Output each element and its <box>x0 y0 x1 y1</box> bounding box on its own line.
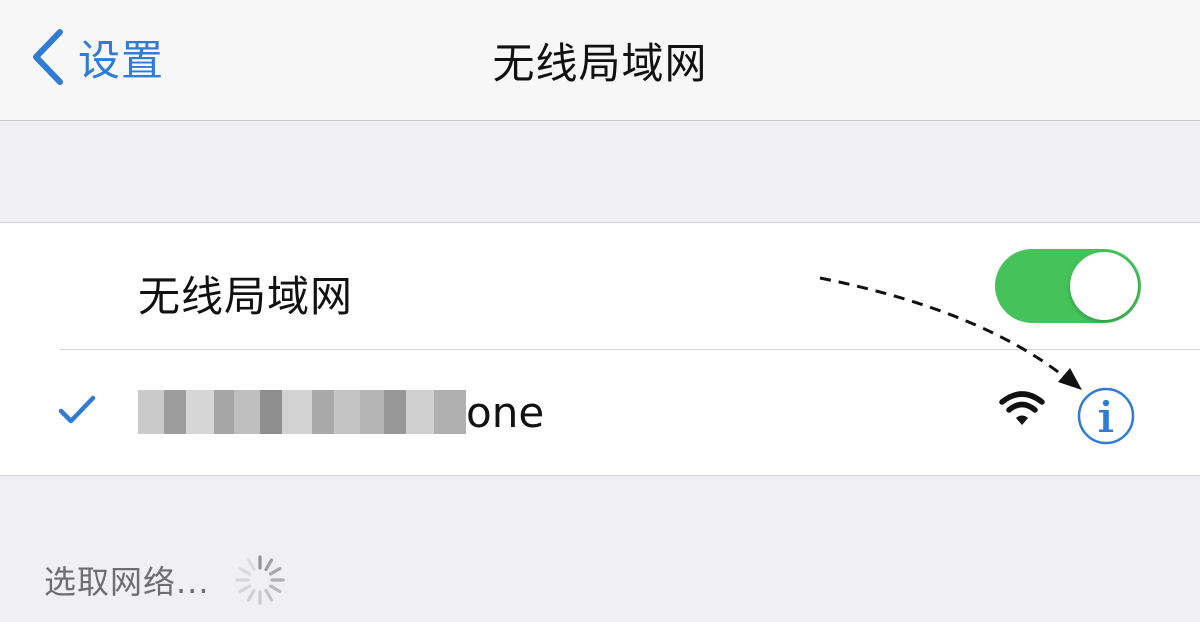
network-info-button[interactable] <box>1076 386 1136 446</box>
toggle-knob <box>1070 252 1138 320</box>
choose-network-header: 选取网络... <box>44 552 288 608</box>
spinner-icon <box>234 555 285 605</box>
network-name-suffix: one <box>466 387 545 437</box>
network-name: one <box>138 386 544 438</box>
wifi-toggle-row: 无线局域网 <box>0 223 1200 349</box>
checkmark-icon <box>58 395 96 424</box>
choose-network-label: 选取网络... <box>44 563 210 601</box>
obscured-network-name <box>138 390 466 434</box>
wifi-signal-icon <box>999 391 1045 425</box>
info-icon <box>1077 387 1135 445</box>
page-title: 无线局域网 <box>492 39 708 88</box>
wifi-toggle-switch[interactable] <box>995 249 1141 323</box>
connected-network-row[interactable]: one <box>0 350 1200 475</box>
navigation-bar: 设置 无线局域网 <box>0 0 1200 121</box>
wifi-toggle-label: 无线局域网 <box>138 272 354 321</box>
wifi-settings-group: 无线局域网 one <box>0 222 1200 476</box>
